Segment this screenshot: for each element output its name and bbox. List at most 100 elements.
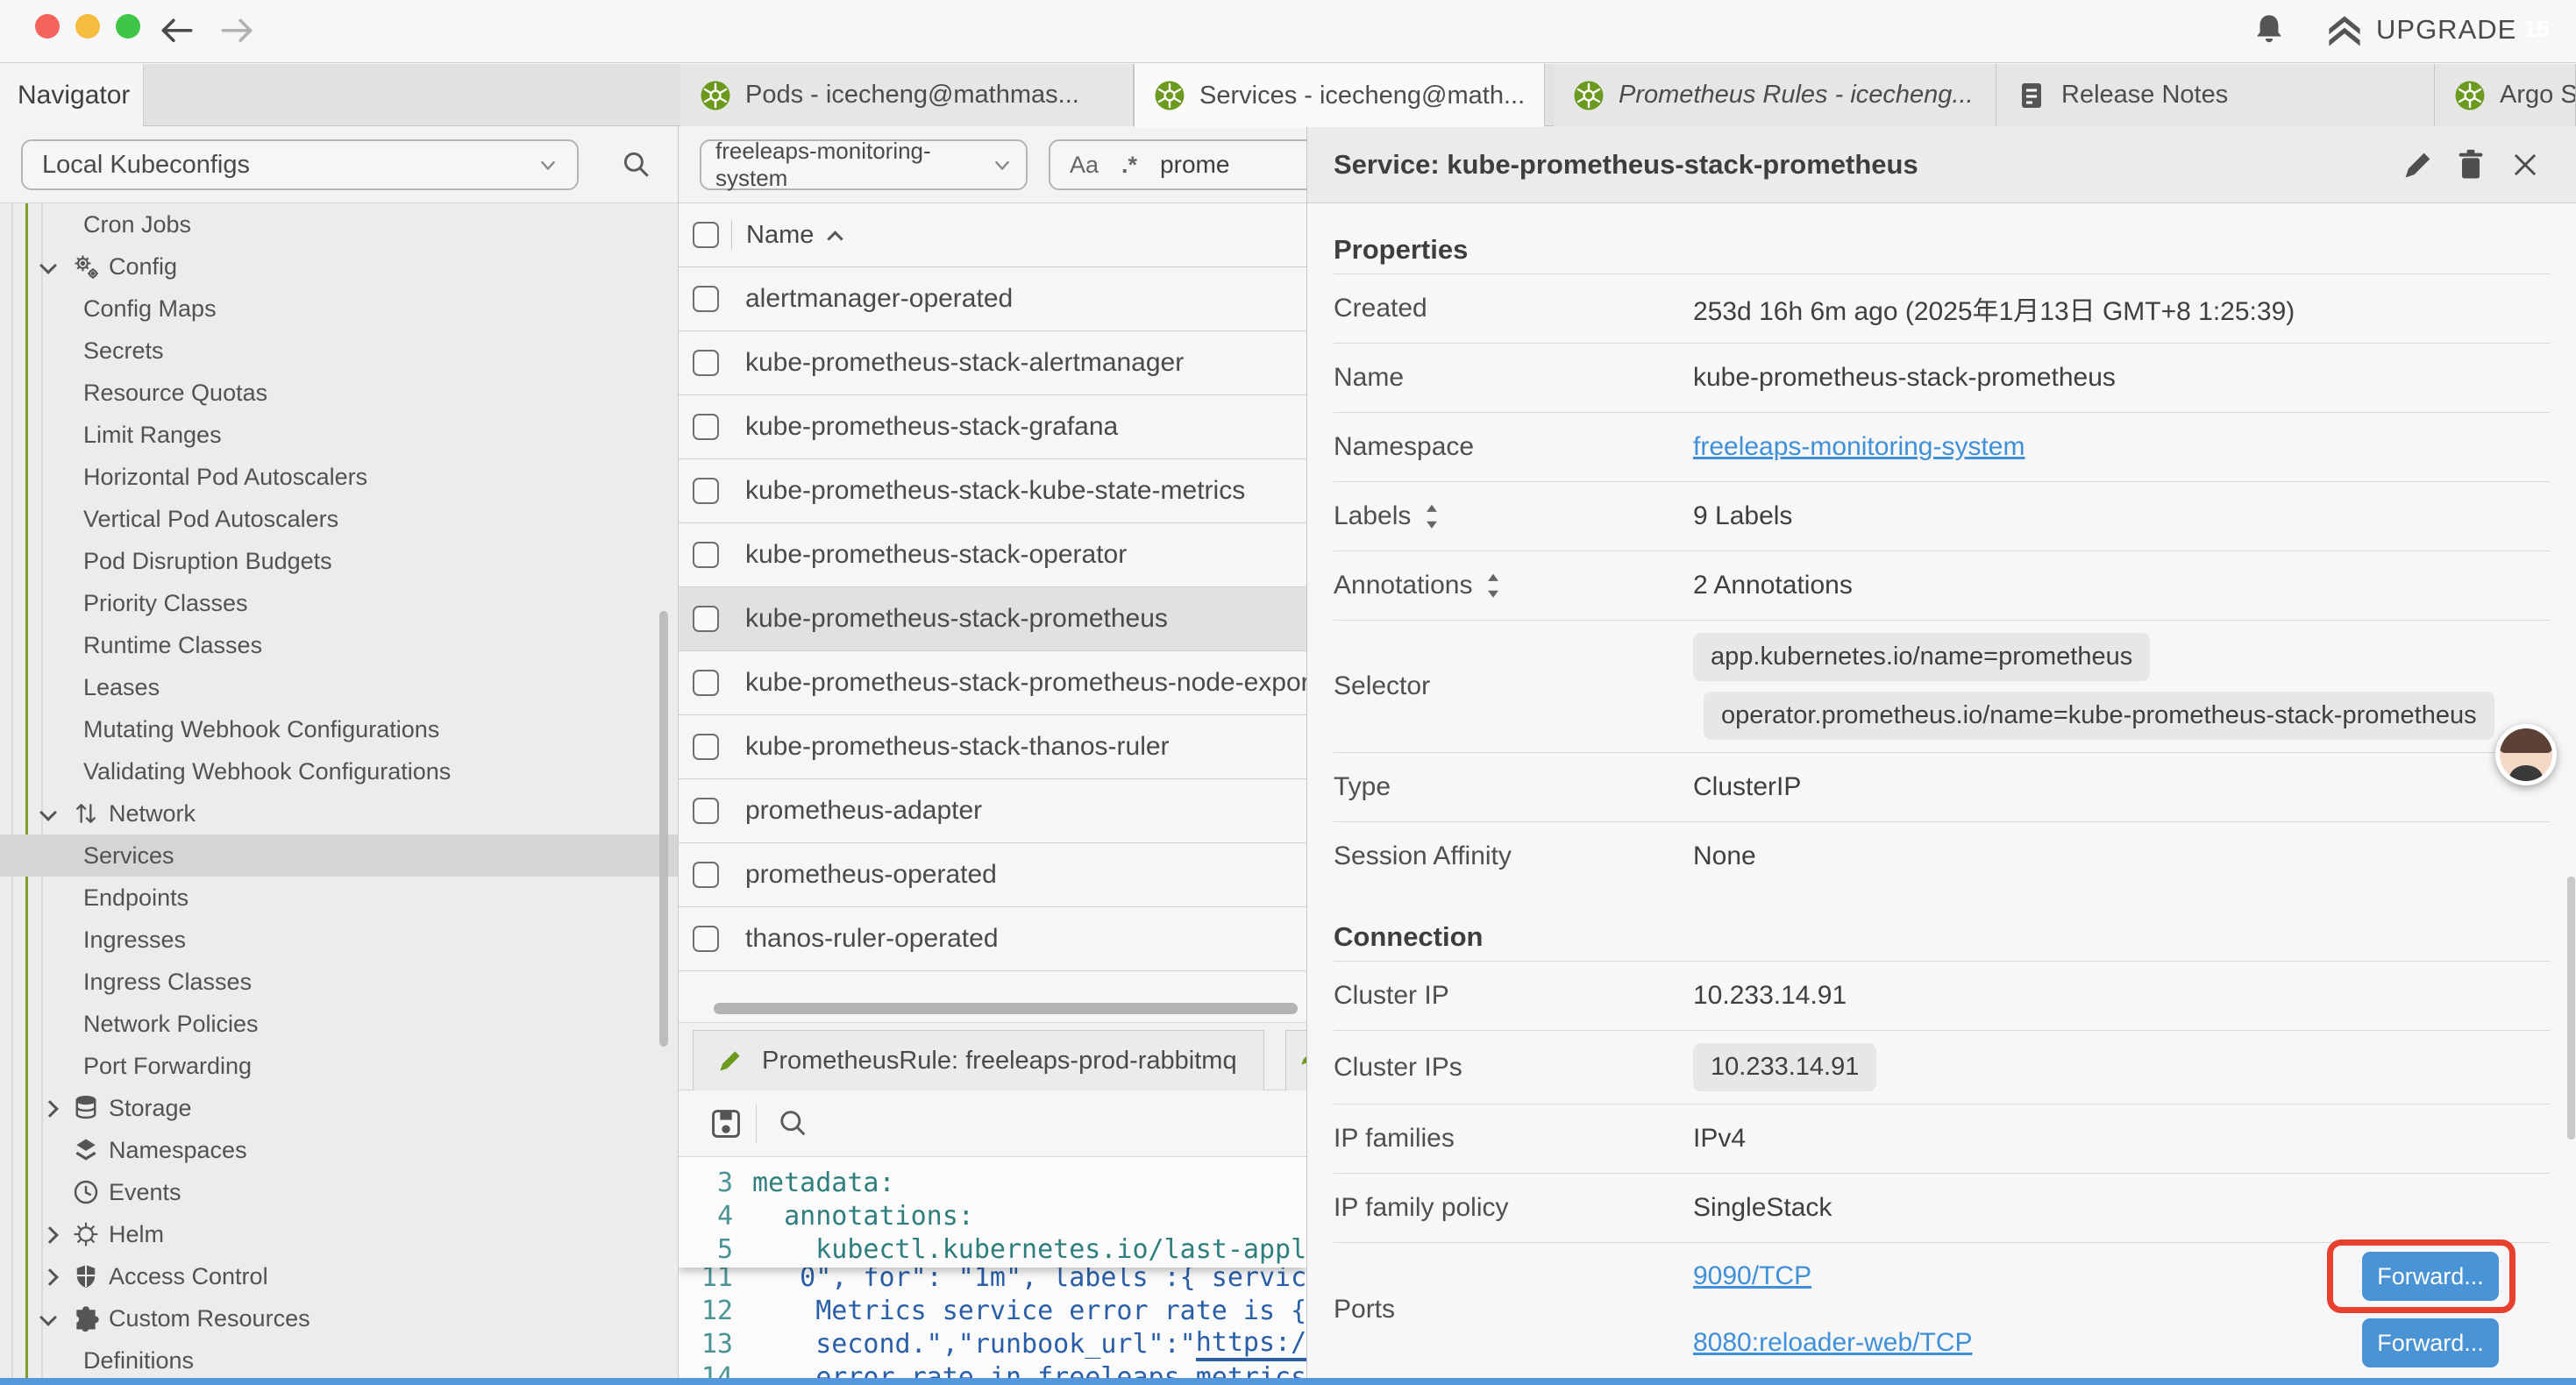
editor-tab-partial[interactable] <box>1285 1030 1306 1091</box>
sidebar-item-services[interactable]: Services <box>0 835 678 877</box>
sort-ascending-icon[interactable] <box>828 231 843 246</box>
table-row[interactable]: kube-prometheus-stack-grafana <box>679 395 1306 459</box>
sidebar-item-custom-resources[interactable]: Custom Resources <box>0 1297 678 1339</box>
name-search-input[interactable]: Aa .* prome <box>1049 139 1306 190</box>
save-icon[interactable] <box>708 1106 744 1141</box>
tab-services-icecheng-math[interactable]: Services - icecheng@math...× <box>1134 64 1545 127</box>
sidebar-item-config-maps[interactable]: Config Maps <box>0 288 678 330</box>
sidebar-item-label: Resource Quotas <box>0 380 267 407</box>
yaml-editor[interactable]: 11 0", for": "1m", labels :{ service": 1… <box>679 1157 1306 1378</box>
user-avatar[interactable] <box>2495 724 2557 785</box>
row-checkbox[interactable] <box>693 670 719 696</box>
tab-prometheus-rules-icecheng[interactable]: Prometheus Rules - icecheng... <box>1554 64 1996 126</box>
navigator-panel-tab[interactable]: Navigator <box>0 64 144 126</box>
tab-argo-se[interactable]: Argo Se <box>2435 64 2576 126</box>
tab-pods-icecheng-mathmas[interactable]: Pods - icecheng@mathmas... <box>680 64 1134 126</box>
sidebar-item-access-control[interactable]: Access Control <box>0 1255 678 1297</box>
table-row[interactable]: prometheus-adapter <box>679 779 1306 843</box>
upgrade-button[interactable]: UPGRADE <box>2325 12 2516 47</box>
sidebar-item-label: Ingresses <box>0 927 186 954</box>
sidebar-item-ingress-classes[interactable]: Ingress Classes <box>0 961 678 1003</box>
sidebar-item-config[interactable]: Config <box>0 245 678 288</box>
table-row[interactable]: kube-prometheus-stack-prometheus <box>679 587 1306 651</box>
port-link[interactable]: 8080:reloader-web/TCP <box>1693 1328 1973 1358</box>
back-arrow-icon[interactable] <box>156 16 196 46</box>
row-checkbox[interactable] <box>693 286 719 312</box>
sidebar-item-secrets[interactable]: Secrets <box>0 330 678 372</box>
table-row[interactable]: kube-prometheus-stack-alertmanager <box>679 331 1306 395</box>
notification-count-badge[interactable]: 15 <box>2515 7 2558 51</box>
sort-toggle-icon[interactable] <box>1423 501 1441 531</box>
namespace-link[interactable]: freeleaps-monitoring-system <box>1693 432 2025 461</box>
notifications-bell-icon[interactable] <box>2252 12 2287 51</box>
horizontal-scrollbar[interactable] <box>714 1003 1298 1014</box>
forward-arrow-icon[interactable] <box>217 16 258 46</box>
tab-release-notes[interactable]: Release Notes <box>1996 64 2435 126</box>
sort-toggle-icon[interactable] <box>1484 571 1502 600</box>
sidebar-item-limit-ranges[interactable]: Limit Ranges <box>0 414 678 456</box>
forward-button[interactable]: Forward... <box>2362 1318 2499 1367</box>
delete-trash-icon[interactable] <box>2453 147 2488 182</box>
sidebar-item-resource-quotas[interactable]: Resource Quotas <box>0 372 678 414</box>
sidebar-item-port-forwarding[interactable]: Port Forwarding <box>0 1045 678 1087</box>
sidebar-item-ingresses[interactable]: Ingresses <box>0 919 678 961</box>
port-link[interactable]: 9090/TCP <box>1693 1261 1811 1291</box>
sidebar-item-endpoints[interactable]: Endpoints <box>0 877 678 919</box>
sidebar-item-events[interactable]: Events <box>0 1171 678 1213</box>
table-row[interactable]: alertmanager-operated <box>679 267 1306 331</box>
table-row[interactable]: kube-prometheus-stack-kube-state-metrics <box>679 459 1306 523</box>
tab-strip: Navigator Pods - icecheng@mathmas...Serv… <box>0 64 2576 126</box>
row-checkbox[interactable] <box>693 414 719 440</box>
editor-search-icon[interactable] <box>775 1106 810 1141</box>
property-value: ClusterIP <box>1693 772 2550 802</box>
sidebar-item-label: Leases <box>0 674 160 701</box>
close-icon[interactable] <box>2508 147 2543 182</box>
namespace-filter-select[interactable]: freeleaps-monitoring-system <box>700 139 1028 190</box>
sidebar-item-network[interactable]: Network <box>0 792 678 835</box>
sidebar-item-horizontal-pod-autoscalers[interactable]: Horizontal Pod Autoscalers <box>0 456 678 498</box>
table-row[interactable]: kube-prometheus-stack-operator <box>679 523 1306 587</box>
sidebar-item-validating-webhook-configurations[interactable]: Validating Webhook Configurations <box>0 750 678 792</box>
sidebar-item-leases[interactable]: Leases <box>0 666 678 708</box>
property-label: Labels <box>1334 501 1693 531</box>
sidebar-item-pod-disruption-budgets[interactable]: Pod Disruption Budgets <box>0 540 678 582</box>
sidebar-item-label: Port Forwarding <box>0 1053 252 1080</box>
table-row[interactable]: prometheus-operated <box>679 843 1306 907</box>
sidebar-scrollbar[interactable] <box>659 611 668 1047</box>
editor-tab-prometheusrule[interactable]: PrometheusRule: freeleaps-prod-rabbitmq <box>693 1030 1264 1091</box>
sidebar-item-storage[interactable]: Storage <box>0 1087 678 1129</box>
minimize-window-button[interactable] <box>75 14 100 39</box>
runbook-link[interactable]: https://net <box>1196 1327 1306 1361</box>
zoom-window-button[interactable] <box>116 14 140 39</box>
row-checkbox[interactable] <box>693 478 719 504</box>
sidebar-item-namespaces[interactable]: Namespaces <box>0 1129 678 1171</box>
sidebar-item-priority-classes[interactable]: Priority Classes <box>0 582 678 624</box>
match-case-toggle[interactable]: Aa <box>1070 152 1099 179</box>
sidebar-item-vertical-pod-autoscalers[interactable]: Vertical Pod Autoscalers <box>0 498 678 540</box>
sidebar-item-runtime-classes[interactable]: Runtime Classes <box>0 624 678 666</box>
row-checkbox[interactable] <box>693 542 719 568</box>
kubeconfig-select[interactable]: Local Kubeconfigs <box>21 139 579 190</box>
forward-button[interactable]: Forward... <box>2362 1252 2499 1301</box>
sidebar-search-icon[interactable] <box>619 148 652 181</box>
table-row[interactable]: thanos-ruler-operated <box>679 907 1306 971</box>
table-row[interactable]: kube-prometheus-stack-prometheus-node-ex… <box>679 651 1306 715</box>
row-checkbox[interactable] <box>693 350 719 376</box>
sidebar-item-network-policies[interactable]: Network Policies <box>0 1003 678 1045</box>
regex-toggle[interactable]: .* <box>1121 152 1137 179</box>
name-column-header[interactable]: Name <box>746 221 814 250</box>
table-row[interactable]: kube-prometheus-stack-thanos-ruler <box>679 715 1306 779</box>
row-checkbox[interactable] <box>693 862 719 888</box>
row-checkbox[interactable] <box>693 798 719 824</box>
sidebar-item-helm[interactable]: Helm <box>0 1213 678 1255</box>
select-all-checkbox[interactable] <box>693 222 719 248</box>
sidebar-item-cron-jobs[interactable]: Cron Jobs <box>0 203 678 245</box>
sidebar-item-mutating-webhook-configurations[interactable]: Mutating Webhook Configurations <box>0 708 678 750</box>
edit-pencil-icon[interactable] <box>2401 147 2436 182</box>
row-checkbox[interactable] <box>693 606 719 632</box>
close-window-button[interactable] <box>35 14 60 39</box>
sidebar-item-definitions[interactable]: Definitions <box>0 1339 678 1378</box>
detail-scrollbar[interactable] <box>2567 877 2575 1140</box>
row-checkbox[interactable] <box>693 734 719 760</box>
row-checkbox[interactable] <box>693 926 719 952</box>
